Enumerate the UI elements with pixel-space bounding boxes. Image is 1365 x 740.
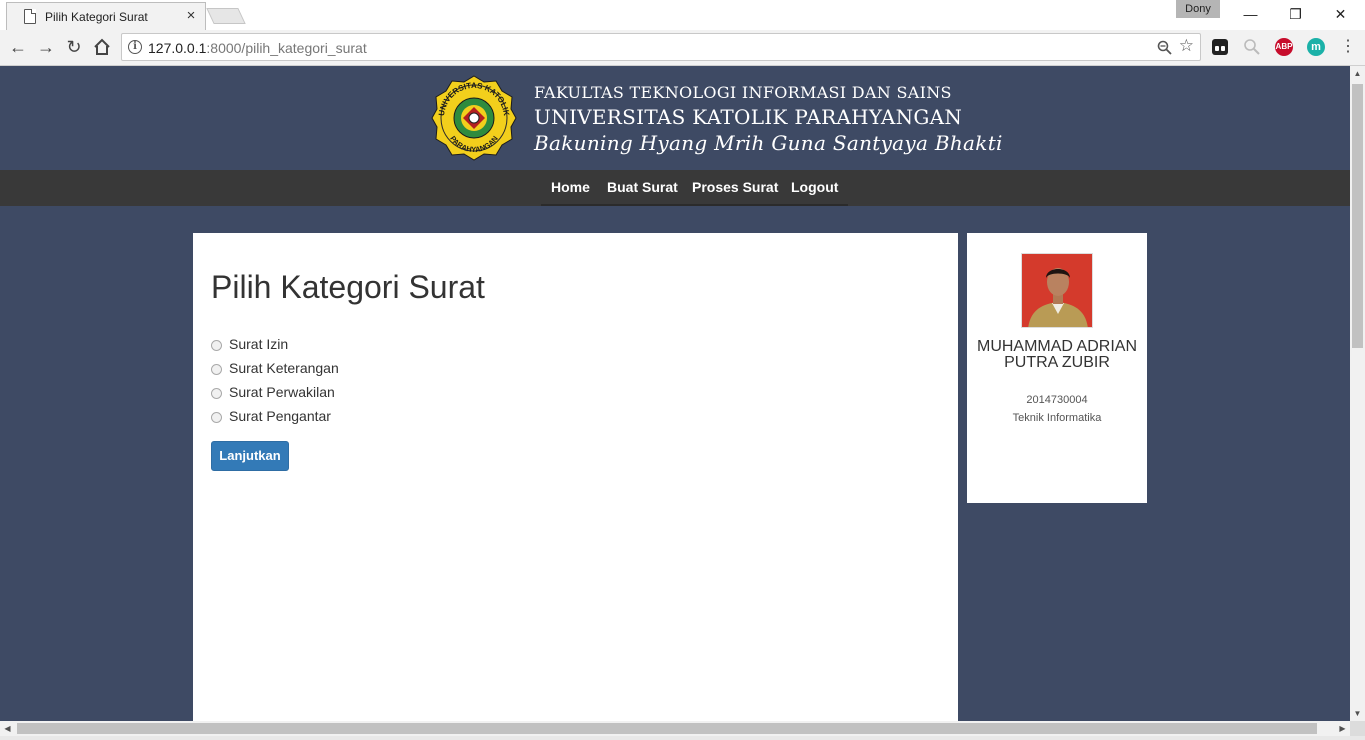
scroll-up-icon[interactable]: ▲ [1350, 66, 1365, 81]
scroll-down-icon[interactable]: ▼ [1350, 706, 1365, 721]
nav-buat-surat[interactable]: Buat Surat [597, 170, 688, 206]
radio-button[interactable] [211, 364, 222, 375]
page-icon [24, 9, 36, 24]
radio-button[interactable] [211, 412, 222, 423]
reload-icon[interactable]: ↻ [61, 34, 87, 60]
header-text: FAKULTAS TEKNOLOGI INFORMASI DAN SAINS U… [534, 82, 1003, 156]
bookmark-star-icon[interactable]: ☆ [1179, 36, 1194, 56]
radio-button[interactable] [211, 388, 222, 399]
main-navbar: Home Buat Surat Proses Surat Logout [0, 170, 1350, 206]
nav-proses-surat[interactable]: Proses Surat [682, 170, 789, 206]
university-name: UNIVERSITAS KATOLIK PARAHYANGAN [534, 105, 963, 129]
main-content-panel: Pilih Kategori Surat Surat Izin Surat Ke… [193, 233, 958, 721]
radio-label[interactable]: Surat Perwakilan [229, 384, 335, 400]
page-viewport: UNIVERSITAS KATOLIK PARAHYANGAN FAKULTAS… [0, 66, 1350, 721]
info-icon[interactable]: i [128, 40, 142, 54]
radio-label[interactable]: Surat Pengantar [229, 408, 331, 424]
horizontal-scroll-thumb[interactable] [17, 723, 1317, 734]
restore-button[interactable]: ❐ [1273, 0, 1318, 28]
home-icon[interactable] [89, 34, 115, 60]
tab-title: Pilih Kategori Surat [45, 10, 148, 24]
vertical-scroll-thumb[interactable] [1352, 84, 1363, 348]
scroll-left-icon[interactable]: ◀ [0, 721, 15, 736]
radio-button[interactable] [211, 340, 222, 351]
student-id: 2014730004 [1026, 394, 1088, 406]
student-name: MUHAMMAD ADRIAN PUTRA ZUBIR [976, 338, 1137, 371]
search-extension-icon[interactable] [1243, 38, 1261, 56]
nav-logout[interactable]: Logout [781, 170, 849, 206]
site-header: UNIVERSITAS KATOLIK PARAHYANGAN FAKULTAS… [0, 66, 1350, 170]
lanjutkan-button[interactable]: Lanjutkan [211, 441, 289, 471]
extension-tab-icon[interactable] [1212, 39, 1228, 55]
url-text: 127.0.0.1:8000/pilih_kategori_surat [148, 40, 367, 56]
nav-home[interactable]: Home [541, 170, 600, 206]
close-window-button[interactable]: ✕ [1318, 0, 1363, 28]
browser-tab[interactable]: Pilih Kategori Surat × [6, 2, 206, 30]
radio-label[interactable]: Surat Keterangan [229, 360, 339, 376]
radio-label[interactable]: Surat Izin [229, 336, 288, 352]
vertical-scrollbar[interactable]: ▲ ▼ [1350, 66, 1365, 721]
browser-menu-icon[interactable]: ⋮ [1340, 36, 1356, 58]
tab-close-icon[interactable]: × [183, 7, 199, 25]
minimize-button[interactable]: — [1228, 0, 1273, 28]
new-tab-button[interactable] [206, 8, 246, 24]
horizontal-scrollbar[interactable]: ◀ ▶ [0, 721, 1350, 736]
browser-titlebar: Pilih Kategori Surat × Dony — ❐ ✕ [0, 0, 1365, 30]
browser-toolbar: ← → ↻ i 127.0.0.1:8000/pilih_kategori_su… [0, 30, 1365, 66]
profile-badge[interactable]: Dony [1176, 0, 1220, 18]
window-bottom-edge [0, 736, 1365, 740]
page-title: Pilih Kategori Surat [211, 269, 485, 305]
university-logo: UNIVERSITAS KATOLIK PARAHYANGAN [431, 75, 517, 161]
avatar [1021, 253, 1093, 328]
student-major: Teknik Informatika [1012, 412, 1102, 424]
forward-arrow-icon[interactable]: → [33, 34, 59, 60]
back-arrow-icon[interactable]: ← [5, 34, 31, 60]
scroll-right-icon[interactable]: ▶ [1335, 721, 1350, 736]
profile-card: MUHAMMAD ADRIAN PUTRA ZUBIR 2014730004 T… [967, 233, 1147, 503]
zoom-icon[interactable] [1157, 37, 1172, 59]
address-bar[interactable]: i 127.0.0.1:8000/pilih_kategori_surat ☆ [121, 33, 1201, 61]
abp-icon[interactable]: ABP [1275, 38, 1293, 56]
scroll-corner [1350, 721, 1365, 736]
faculty-name: FAKULTAS TEKNOLOGI INFORMASI DAN SAINS [534, 83, 952, 102]
m-extension-icon[interactable]: m [1307, 38, 1325, 56]
university-motto: Bakuning Hyang Mrih Guna Santyaya Bhakti [534, 131, 1003, 155]
